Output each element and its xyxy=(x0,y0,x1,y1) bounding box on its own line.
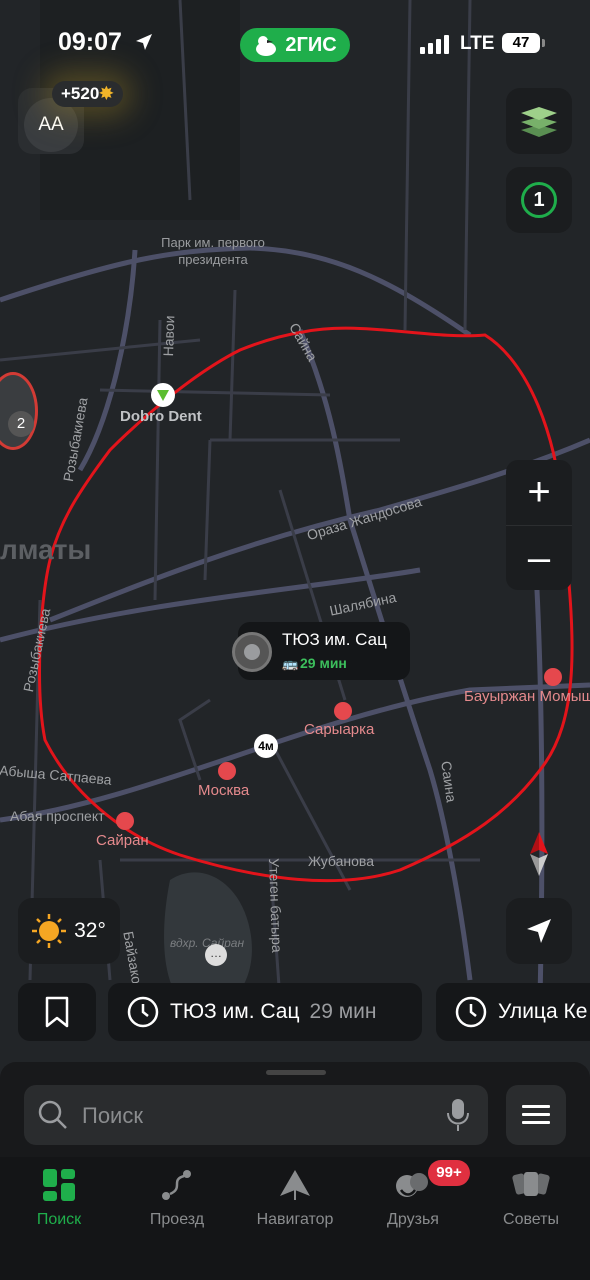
notifications-count: 1 xyxy=(521,182,557,218)
microphone-icon[interactable] xyxy=(446,1097,470,1133)
metro-icon xyxy=(544,668,562,686)
battery-tip xyxy=(542,39,545,47)
metro-label-saryarka: Сарыарка xyxy=(304,721,375,738)
friends-badge: 99+ xyxy=(428,1160,470,1186)
route-name: ТЮЗ им. Сац xyxy=(170,1000,300,1023)
navigation-arrow-icon xyxy=(527,919,551,943)
park-label: Парк им. первого президента xyxy=(161,235,265,267)
route-eta: 29 мин xyxy=(309,1000,377,1023)
compass-icon[interactable] xyxy=(524,832,554,876)
sheet-grabber[interactable] xyxy=(266,1070,326,1075)
layers-icon xyxy=(521,107,557,137)
bus-icon: 🚌 xyxy=(282,656,299,671)
search-bar[interactable] xyxy=(24,1085,488,1145)
duck-logo-icon xyxy=(256,36,277,56)
tab-search[interactable]: Поиск xyxy=(0,1160,118,1230)
metro-icon xyxy=(334,702,352,720)
tab-tips[interactable]: Советы xyxy=(472,1160,590,1230)
metro-label-baurzhan: Бауыржан Момышулы xyxy=(464,688,590,705)
tab-label: Советы xyxy=(503,1211,559,1228)
route-name: Улица Ке xyxy=(498,1000,588,1023)
my-location-button[interactable] xyxy=(506,898,572,964)
brand-name: 2ГИС xyxy=(285,33,337,56)
tab-route[interactable]: Проезд xyxy=(118,1160,236,1230)
metro-label-sairan: Сайран xyxy=(96,832,149,849)
zoom-out-button[interactable]: – xyxy=(506,525,572,591)
place-name: ТЮЗ им. Сац xyxy=(282,630,387,649)
street-label-navoi: Навои xyxy=(160,315,178,357)
metro-icon xyxy=(218,762,236,780)
tab-label: Друзья xyxy=(387,1211,439,1228)
bookmark-icon xyxy=(45,996,69,1028)
metro-label-moskva: Москва xyxy=(198,782,250,799)
dobro-dent-marker-icon[interactable] xyxy=(151,383,175,407)
street-label-utegen: Утеген батыра xyxy=(266,858,286,953)
navigator-icon xyxy=(280,1170,310,1200)
tab-label: Проезд xyxy=(149,1211,205,1228)
status-bar: 09:07 2ГИС LTE 47 xyxy=(0,0,590,86)
zoom-control: + – xyxy=(506,460,572,590)
status-time: 09:07 xyxy=(58,28,122,56)
cards-icon xyxy=(512,1172,550,1196)
place-marker-icon[interactable] xyxy=(232,632,272,672)
search-icon xyxy=(38,1100,67,1129)
friends-icon xyxy=(396,1173,428,1197)
recent-route-chip[interactable]: Улица Ке xyxy=(436,983,590,1041)
clock-icon xyxy=(455,996,487,1028)
notifications-button[interactable]: 1 xyxy=(506,167,572,233)
network-type: LTE xyxy=(460,33,495,54)
bookmarks-button[interactable] xyxy=(18,983,96,1041)
chat-bubble-icon[interactable]: … xyxy=(205,944,227,966)
battery-level: 47 xyxy=(502,33,540,53)
grid-icon xyxy=(43,1169,75,1201)
mall-icon[interactable]: 4м xyxy=(254,734,278,758)
street-label-zhubanova: Жубанова xyxy=(308,853,374,869)
tab-navigator[interactable]: Навигатор xyxy=(236,1160,354,1230)
zoom-in-button[interactable]: + xyxy=(506,460,572,525)
menu-button[interactable] xyxy=(506,1085,566,1145)
place-eta: 29 мин xyxy=(300,655,347,671)
sparkle-icon: ✸ xyxy=(99,84,114,103)
temperature: 32° xyxy=(74,919,106,942)
city-label: лматы xyxy=(0,534,92,565)
layers-button[interactable] xyxy=(506,88,572,154)
recent-route-chip[interactable]: ТЮЗ им. Сац 29 мин xyxy=(108,983,422,1041)
points-value: +520 xyxy=(61,84,100,103)
points-badge[interactable]: +520✸ xyxy=(52,81,123,107)
tab-label: Поиск xyxy=(36,1211,82,1228)
location-arrow-icon xyxy=(136,34,152,50)
brand-badge: 2ГИС xyxy=(240,28,350,62)
sun-icon xyxy=(32,914,67,948)
route-icon xyxy=(162,1170,191,1200)
cluster-count: 2 xyxy=(8,411,34,437)
street-label-abaya: Абая проспект xyxy=(10,808,105,824)
metro-icon xyxy=(116,812,134,830)
tab-label: Навигатор xyxy=(256,1211,334,1228)
dobro-dent-label[interactable]: Dobro Dent xyxy=(120,408,202,425)
weather-widget[interactable]: 32° xyxy=(18,898,120,964)
search-input[interactable] xyxy=(80,1099,444,1133)
signal-icon xyxy=(420,35,449,54)
clock-icon xyxy=(127,996,159,1028)
hamburger-icon xyxy=(522,1105,550,1124)
